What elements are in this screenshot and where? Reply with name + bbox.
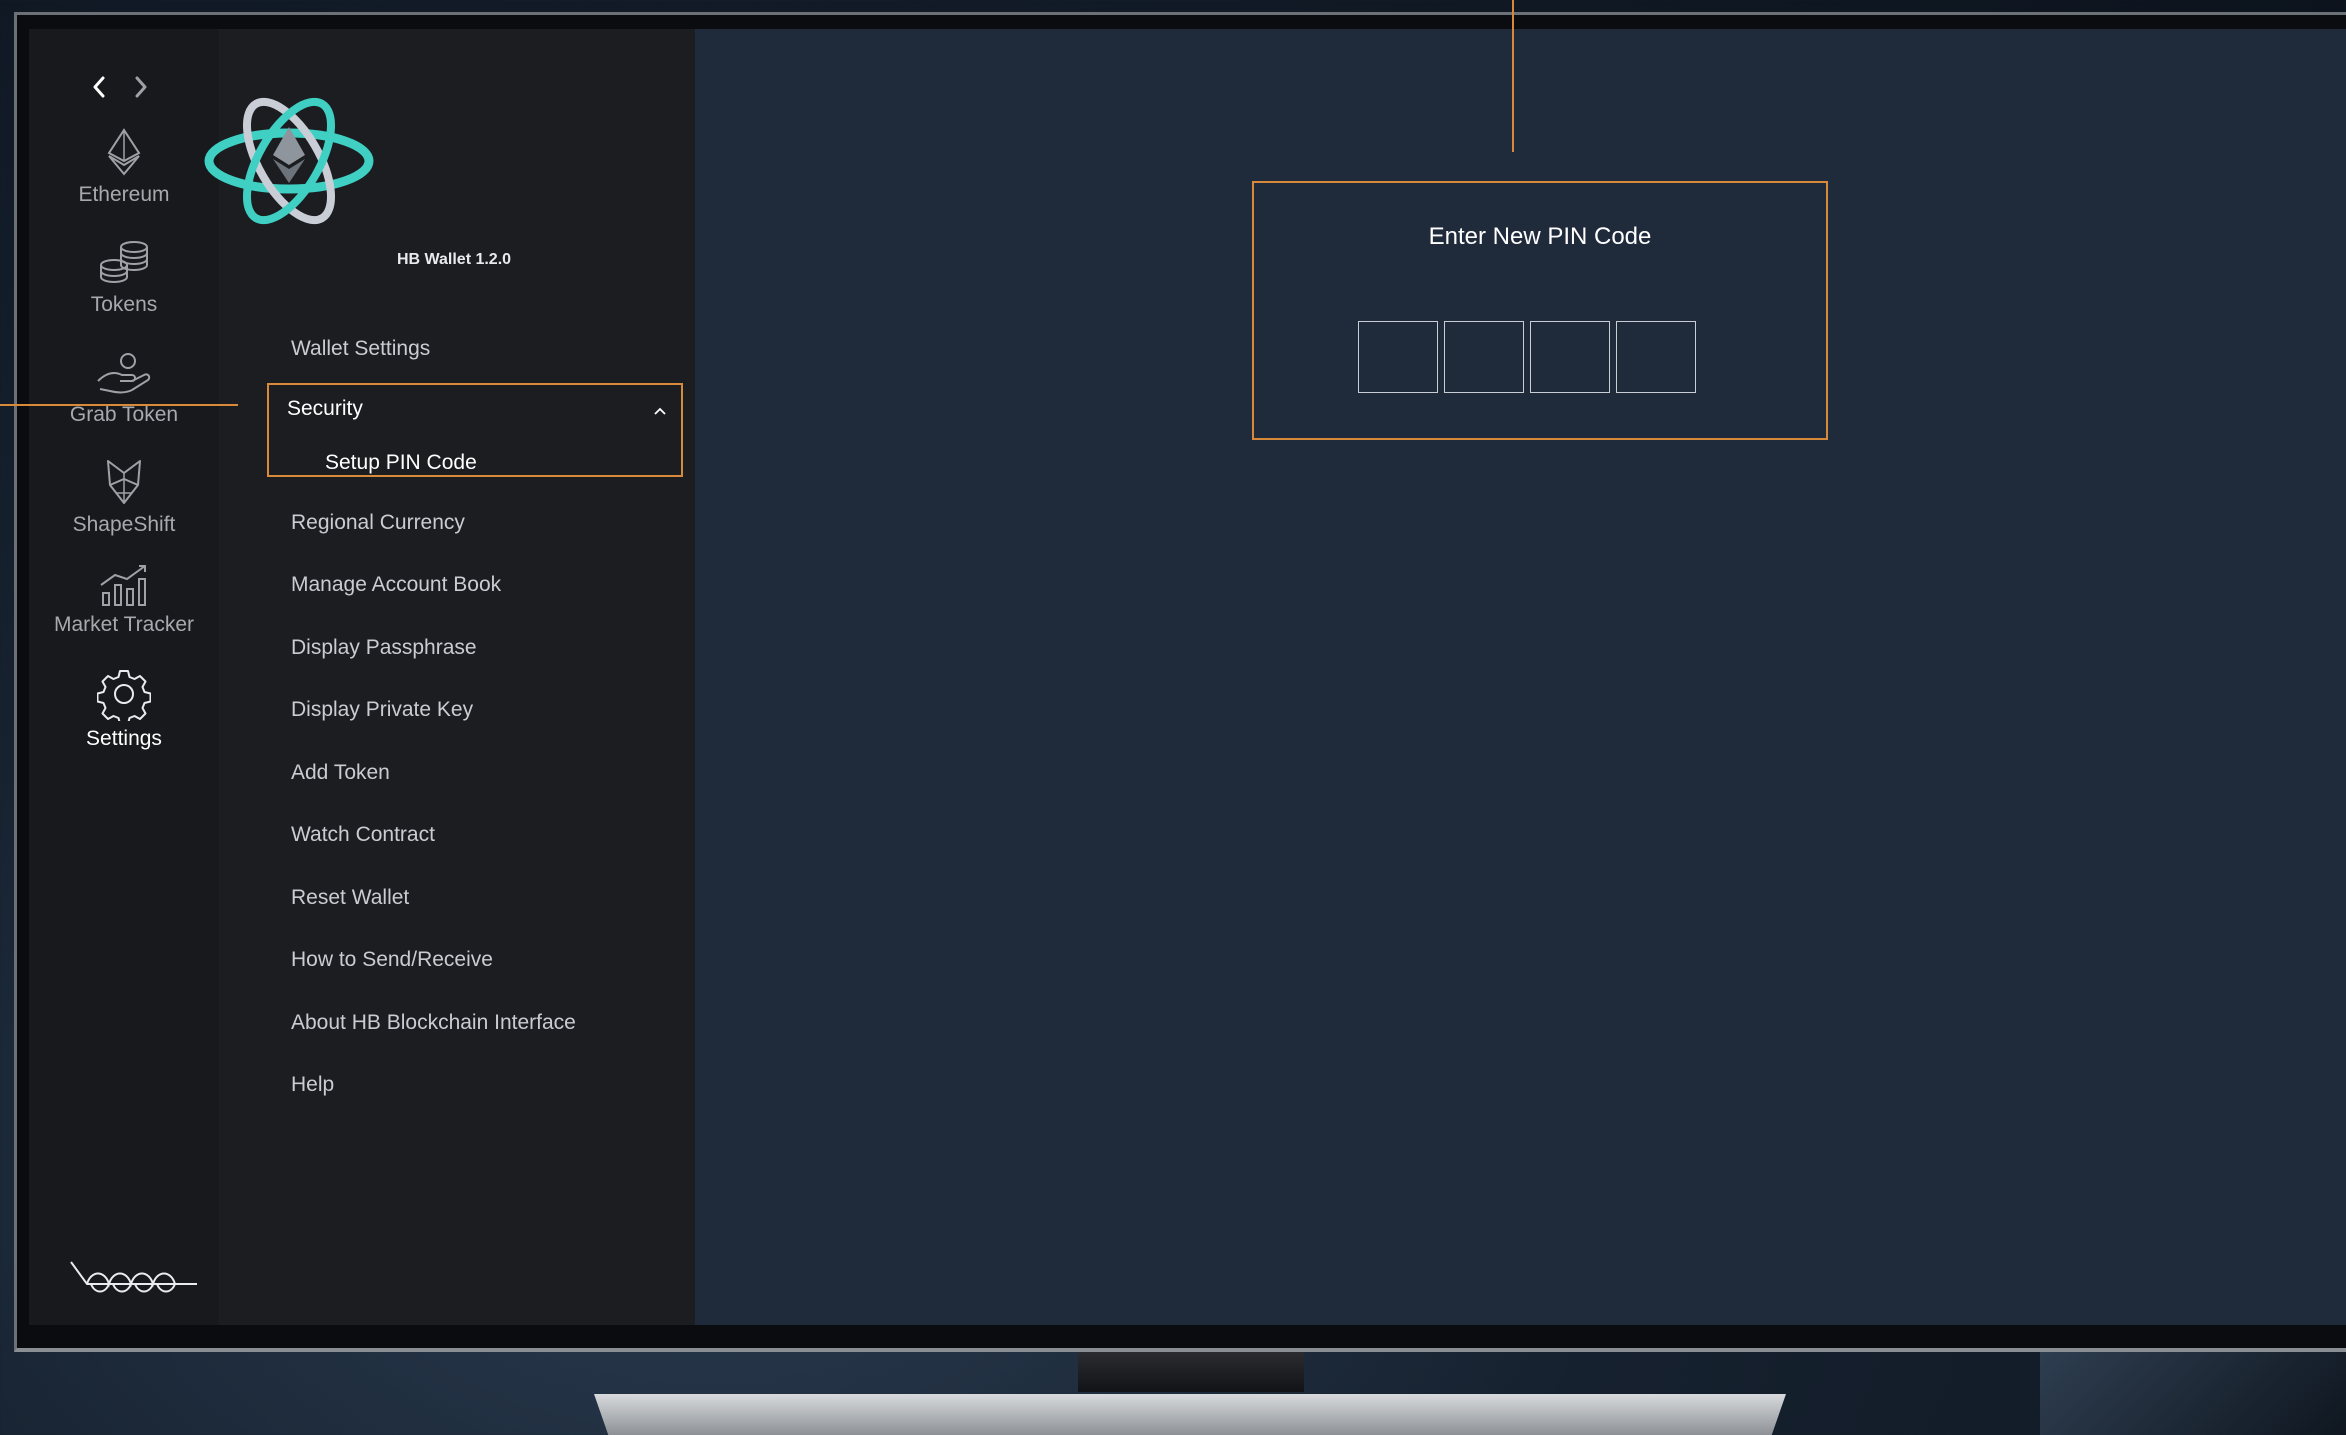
coins-icon [100,241,148,283]
back-button[interactable] [89,73,109,101]
pin-digit-input[interactable] [1358,321,1438,393]
monitor-stand-base [594,1394,1786,1435]
rail-item-label: Ethereum [78,183,170,206]
rail-item-label: Grab Token [69,403,179,426]
menu-item-regional-currency[interactable]: Regional Currency [291,511,465,535]
collapse-button[interactable] [653,403,667,421]
menu-item-about[interactable]: About HB Blockchain Interface [291,1011,576,1035]
monitor-frame: Ethereum Tokens Grab Token ShapeShift Ma… [14,12,2346,1352]
rail-item-tokens[interactable]: Tokens [29,237,219,317]
app-version-label: HB Wallet 1.2.0 [396,251,512,268]
menu-item-reset-wallet[interactable]: Reset Wallet [291,886,409,910]
ethereum-icon [107,128,141,176]
pin-digit-input[interactable] [1444,321,1524,393]
forward-button[interactable] [131,73,151,101]
background-decoration [2040,1340,2346,1435]
callout-line-left [0,404,238,406]
pin-entry-title: Enter New PIN Code [1428,223,1652,250]
chevron-right-icon [135,76,147,98]
history-nav [89,73,151,101]
app-window: Ethereum Tokens Grab Token ShapeShift Ma… [29,29,2346,1325]
menu-item-display-private-key[interactable]: Display Private Key [291,698,473,722]
menu-item-help[interactable]: Help [291,1073,334,1097]
hb-brand-logo [69,1258,203,1299]
callout-line-top [1512,0,1514,152]
chevron-left-icon [93,76,105,98]
pin-digit-input[interactable] [1616,321,1696,393]
menu-item-how-to-send-receive[interactable]: How to Send/Receive [291,948,493,972]
chevron-up-icon [654,407,666,415]
pin-entry-panel: Enter New PIN Code [1252,181,1828,440]
rail-item-label: ShapeShift [72,513,176,536]
security-section: Security Setup PIN Code [267,383,683,477]
rail-item-label: Market Tracker [53,613,195,636]
rail-item-label: Settings [86,727,162,750]
pin-digit-group [1358,321,1696,393]
menu-item-setup-pin-code[interactable]: Setup PIN Code [325,451,477,475]
hand-coin-icon [97,353,151,394]
pin-digit-input[interactable] [1530,321,1610,393]
rail-item-shapeshift[interactable]: ShapeShift [29,457,219,537]
chart-icon [100,565,146,606]
fox-icon [107,460,141,504]
menu-item-watch-contract[interactable]: Watch Contract [291,823,435,847]
menu-item-display-passphrase[interactable]: Display Passphrase [291,636,477,660]
rail-item-market-tracker[interactable]: Market Tracker [29,563,219,637]
rail-item-label: Tokens [90,293,158,316]
rail-item-settings[interactable]: Settings [29,667,219,751]
menu-item-security[interactable]: Security [287,397,363,421]
icon-rail: Ethereum Tokens Grab Token ShapeShift Ma… [29,29,219,1325]
monitor-stand-neck [1078,1352,1304,1392]
menu-item-manage-account-book[interactable]: Manage Account Book [291,573,501,597]
rail-item-grab-token[interactable]: Grab Token [29,347,219,427]
menu-item-wallet-settings[interactable]: Wallet Settings [291,337,430,361]
menu-item-add-token[interactable]: Add Token [291,761,390,785]
hb-wallet-logo [201,91,377,246]
gear-icon [97,670,151,721]
rail-item-ethereum[interactable]: Ethereum [29,127,219,207]
